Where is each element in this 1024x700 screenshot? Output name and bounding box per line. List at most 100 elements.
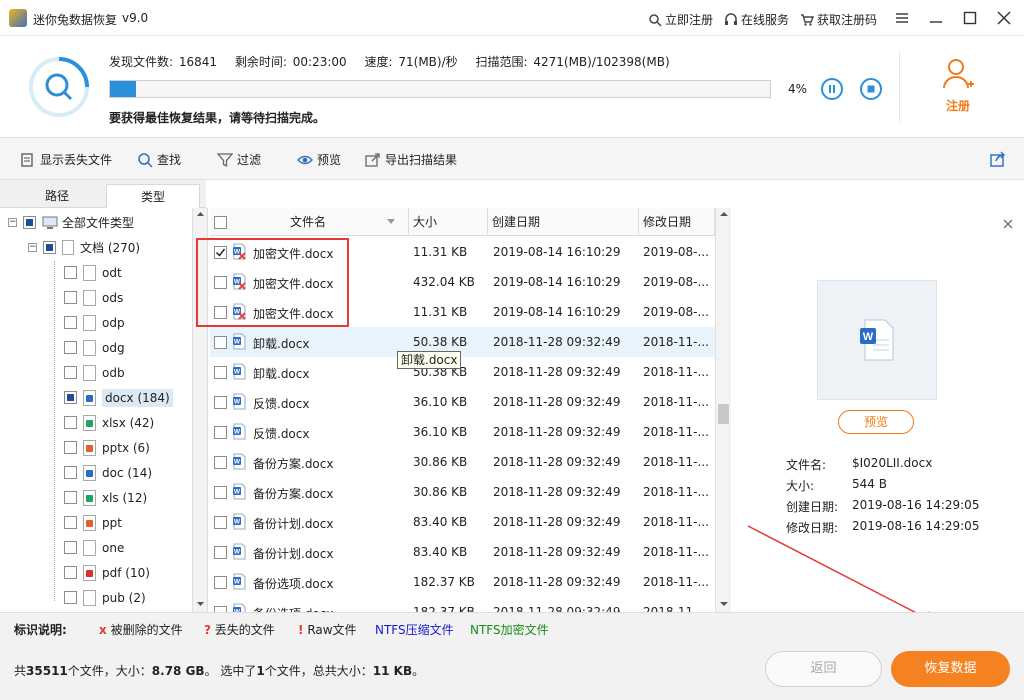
file-row-checkbox[interactable] bbox=[214, 486, 227, 499]
file-row-checkbox[interactable] bbox=[214, 456, 227, 469]
tree-item[interactable]: pptx (6) bbox=[64, 435, 150, 460]
collapse-icon[interactable]: − bbox=[28, 243, 37, 252]
pause-button[interactable] bbox=[821, 78, 843, 100]
file-row-checkbox[interactable] bbox=[214, 396, 227, 409]
file-modified-date: 2019-08-... bbox=[643, 305, 709, 319]
tree-item-checkbox[interactable] bbox=[64, 541, 77, 554]
file-row-checkbox[interactable] bbox=[214, 426, 227, 439]
header-size[interactable]: 大小 bbox=[409, 208, 488, 236]
tree-item-checkbox[interactable] bbox=[64, 416, 77, 429]
filter-button[interactable]: 过滤 bbox=[217, 151, 261, 168]
scroll-down-icon[interactable] bbox=[193, 598, 208, 610]
file-row[interactable]: W 备份选项.docx 182.37 KB 2018-11-28 09:32:49 20… bbox=[210, 567, 715, 597]
register-label: 注册 bbox=[945, 99, 970, 113]
find-button[interactable]: 查找 bbox=[137, 151, 181, 168]
status-total-files: 35511 bbox=[26, 664, 68, 678]
tree-item-checkbox[interactable] bbox=[64, 341, 77, 354]
legend-ntfs-encrypted: NTFS加密文件 bbox=[470, 623, 549, 637]
file-row[interactable]: W 备份计划.docx 83.40 KB 2018-11-28 09:32:49 201… bbox=[210, 507, 715, 537]
collapse-icon[interactable]: − bbox=[8, 218, 17, 227]
recover-data-button[interactable]: 恢复数据 bbox=[891, 651, 1010, 687]
file-row-checkbox[interactable] bbox=[214, 546, 227, 559]
get-code-link[interactable]: 获取注册码 bbox=[800, 11, 877, 28]
file-row-checkbox[interactable] bbox=[214, 576, 227, 589]
tree-item[interactable]: one bbox=[64, 535, 124, 560]
tree-item-checkbox[interactable] bbox=[64, 366, 77, 379]
docx-icon: W bbox=[233, 333, 246, 350]
tree-item[interactable]: odg bbox=[64, 335, 125, 360]
tree-item-checkbox[interactable] bbox=[64, 516, 77, 529]
file-row[interactable]: W 卸载.docx 50.38 KB 2018-11-28 09:32:49 2018-… bbox=[210, 357, 715, 387]
tree-item[interactable]: ppt bbox=[64, 510, 122, 535]
menu-button[interactable] bbox=[888, 6, 916, 30]
tree-docs-checkbox[interactable] bbox=[43, 241, 56, 254]
file-list-scrollbar[interactable] bbox=[715, 208, 731, 612]
file-row[interactable]: W 备份方案.docx 30.86 KB 2018-11-28 09:32:49 201… bbox=[210, 477, 715, 507]
stop-button[interactable] bbox=[860, 78, 882, 100]
file-modified-date: 2018-11-... bbox=[643, 545, 709, 559]
file-row[interactable]: W 反馈.docx 36.10 KB 2018-11-28 09:32:49 2018-… bbox=[210, 387, 715, 417]
tree-item-checkbox[interactable] bbox=[64, 266, 77, 279]
tree-item[interactable]: xlsx (42) bbox=[64, 410, 154, 435]
tree-item-checkbox[interactable] bbox=[64, 316, 77, 329]
file-row-checkbox[interactable] bbox=[214, 336, 227, 349]
tab-path[interactable]: 路径 bbox=[10, 184, 104, 208]
tree-item[interactable]: ods bbox=[64, 285, 123, 310]
scroll-down-icon[interactable] bbox=[716, 598, 732, 610]
preview-button[interactable]: 预览 bbox=[838, 410, 914, 434]
tree-item-checkbox[interactable] bbox=[64, 566, 77, 579]
minimize-button[interactable] bbox=[922, 6, 950, 30]
file-row[interactable]: W 备份方案.docx 30.86 KB 2018-11-28 09:32:49 201… bbox=[210, 447, 715, 477]
file-row-checkbox[interactable] bbox=[214, 366, 227, 379]
tree-root[interactable]: − 全部文件类型 bbox=[8, 210, 134, 235]
status-selected-size: 11 KB bbox=[372, 664, 413, 678]
show-lost-files-label: 显示丢失文件 bbox=[40, 153, 113, 167]
file-row[interactable]: W 反馈.docx 36.10 KB 2018-11-28 09:32:49 2018-… bbox=[210, 417, 715, 447]
file-row[interactable]: W 备份选项.docx 182.37 KB 2018-11-28 09:32:49 20… bbox=[210, 597, 715, 612]
show-lost-files-button[interactable]: 显示丢失文件 bbox=[20, 151, 112, 168]
tree-item[interactable]: doc (14) bbox=[64, 460, 152, 485]
tree-root-checkbox[interactable] bbox=[23, 216, 36, 229]
share-button[interactable] bbox=[990, 151, 1006, 167]
scroll-up-icon[interactable] bbox=[193, 208, 208, 220]
scroll-up-icon[interactable] bbox=[716, 208, 732, 220]
file-row-checkbox[interactable] bbox=[214, 516, 227, 529]
tree-item[interactable]: docx (184) bbox=[64, 385, 173, 410]
maximize-button[interactable] bbox=[956, 6, 984, 30]
online-service-link[interactable]: 在线服务 bbox=[724, 11, 789, 28]
close-button[interactable] bbox=[990, 6, 1018, 30]
register-button[interactable]: 注册 bbox=[930, 56, 986, 114]
tree-item-checkbox[interactable] bbox=[64, 291, 77, 304]
filter-label: 过滤 bbox=[237, 153, 262, 167]
tree-item-label: doc (14) bbox=[102, 465, 153, 480]
tree-item-checkbox[interactable] bbox=[64, 591, 77, 604]
header-modified[interactable]: 修改日期 bbox=[639, 208, 715, 236]
header-created[interactable]: 创建日期 bbox=[488, 208, 639, 236]
tree-item-checkbox[interactable] bbox=[64, 391, 77, 404]
scan-progress-fill bbox=[110, 81, 137, 97]
back-button[interactable]: 返回 bbox=[765, 651, 882, 687]
scroll-thumb[interactable] bbox=[718, 404, 729, 424]
file-row[interactable]: W 备份计划.docx 83.40 KB 2018-11-28 09:32:49 201… bbox=[210, 537, 715, 567]
file-modified-date: 2018-11-... bbox=[643, 515, 709, 529]
tree-item[interactable]: odp bbox=[64, 310, 125, 335]
file-list-header: 文件名 大小 创建日期 修改日期 bbox=[210, 208, 715, 236]
tree-item-label: docx (184) bbox=[102, 388, 173, 407]
tree-item-checkbox[interactable] bbox=[64, 491, 77, 504]
tree-item[interactable]: pdf (10) bbox=[64, 560, 150, 585]
tree-docs[interactable]: − 文档 (270) bbox=[28, 235, 140, 260]
export-results-button[interactable]: 导出扫描结果 bbox=[365, 151, 457, 168]
tree-item-checkbox[interactable] bbox=[64, 466, 77, 479]
tree-item[interactable]: xls (12) bbox=[64, 485, 147, 510]
tab-type[interactable]: 类型 bbox=[106, 184, 200, 208]
tree-item-checkbox[interactable] bbox=[64, 441, 77, 454]
tree-item[interactable]: pub (2) bbox=[64, 585, 146, 610]
preview-tool-button[interactable]: 预览 bbox=[297, 151, 341, 168]
file-row[interactable]: W 卸载.docx 50.38 KB 2018-11-28 09:32:49 2018-… bbox=[210, 327, 715, 357]
register-link[interactable]: 立即注册 bbox=[648, 11, 713, 28]
header-name[interactable]: 文件名 bbox=[210, 208, 409, 236]
tree-item[interactable]: odt bbox=[64, 260, 122, 285]
close-preview-icon[interactable] bbox=[1003, 219, 1013, 229]
file-type-icon bbox=[83, 489, 96, 506]
tree-item[interactable]: odb bbox=[64, 360, 125, 385]
